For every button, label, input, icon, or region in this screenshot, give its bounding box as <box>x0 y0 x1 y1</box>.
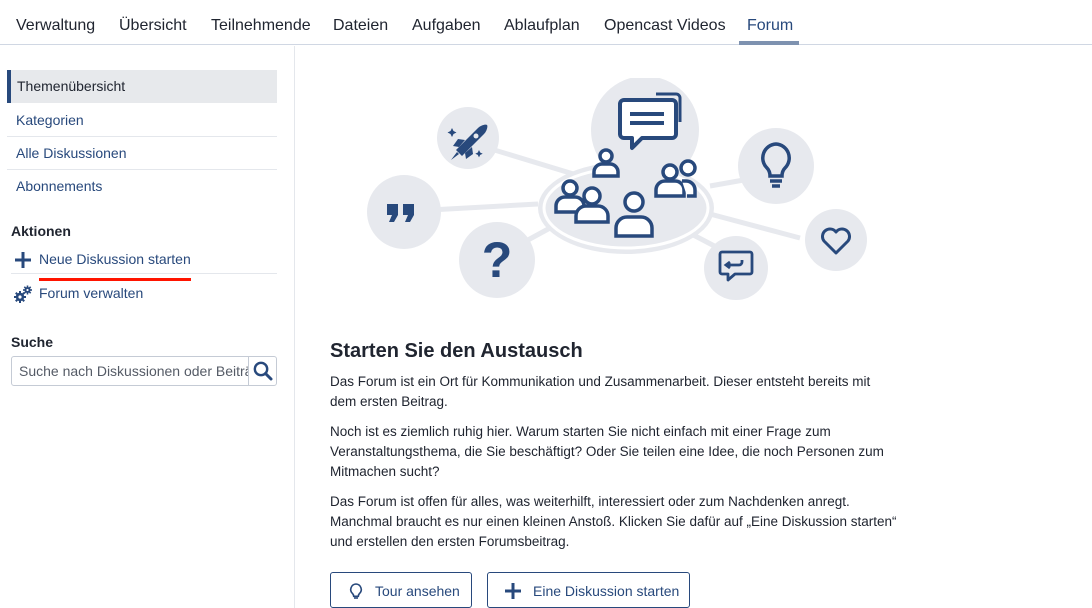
lightbulb-icon <box>350 583 362 599</box>
tab-dateien[interactable]: Dateien <box>333 17 388 35</box>
search-box <box>11 356 277 386</box>
sidebar-item-kategorien[interactable]: Kategorien <box>7 104 277 137</box>
start-discussion-button[interactable]: Eine Diskussion starten <box>487 572 690 608</box>
tab-forum[interactable]: Forum <box>747 17 793 35</box>
tour-button[interactable]: Tour ansehen <box>330 572 472 608</box>
intro-paragraph: Das Forum ist ein Ort für Kommunikation … <box>330 374 871 409</box>
tour-button-label: Tour ansehen <box>375 583 460 599</box>
new-discussion-action[interactable]: Neue Diskussion starten <box>11 244 277 274</box>
plus-icon <box>505 583 521 599</box>
gears-icon <box>14 285 32 303</box>
search-icon <box>253 361 273 381</box>
sidebar-item-themenuebersicht[interactable]: Themenübersicht <box>7 70 277 103</box>
open-paragraph: Das Forum ist offen für alles, was weite… <box>330 494 897 549</box>
active-tab-indicator <box>739 41 799 45</box>
chat-bubbles-icon <box>618 92 682 150</box>
quiet-paragraph: Noch ist es ziemlich ruhig hier. Warum s… <box>330 424 884 479</box>
search-input[interactable] <box>12 357 248 385</box>
tab-uebersicht[interactable]: Übersicht <box>119 17 187 35</box>
actions-heading: Aktionen <box>11 223 71 239</box>
new-discussion-label: Neue Diskussion starten <box>39 251 191 267</box>
manage-forum-action[interactable]: Forum verwalten <box>11 278 277 308</box>
manage-forum-label: Forum verwalten <box>39 285 144 301</box>
sidebar: Themenübersicht Kategorien Alle Diskussi… <box>0 46 295 608</box>
highlight-underline <box>39 278 191 281</box>
page-title: Starten Sie den Austausch <box>330 340 583 362</box>
forum-illustration: ? <box>367 78 867 300</box>
start-discussion-label: Eine Diskussion starten <box>533 583 680 599</box>
top-navigation: Verwaltung Übersicht Teilnehmende Dateie… <box>0 0 1092 45</box>
search-button[interactable] <box>248 357 276 385</box>
question-icon: ? <box>482 232 513 288</box>
sidebar-item-alle-diskussionen[interactable]: Alle Diskussionen <box>7 137 277 170</box>
tab-opencast-videos[interactable]: Opencast Videos <box>604 17 726 35</box>
tab-teilnehmende[interactable]: Teilnehmende <box>211 17 311 35</box>
tab-ablaufplan[interactable]: Ablaufplan <box>504 17 580 35</box>
tab-aufgaben[interactable]: Aufgaben <box>412 17 481 35</box>
plus-icon <box>15 252 31 268</box>
search-heading: Suche <box>11 334 54 350</box>
tab-verwaltung[interactable]: Verwaltung <box>16 17 95 35</box>
sidebar-item-abonnements[interactable]: Abonnements <box>7 170 277 203</box>
